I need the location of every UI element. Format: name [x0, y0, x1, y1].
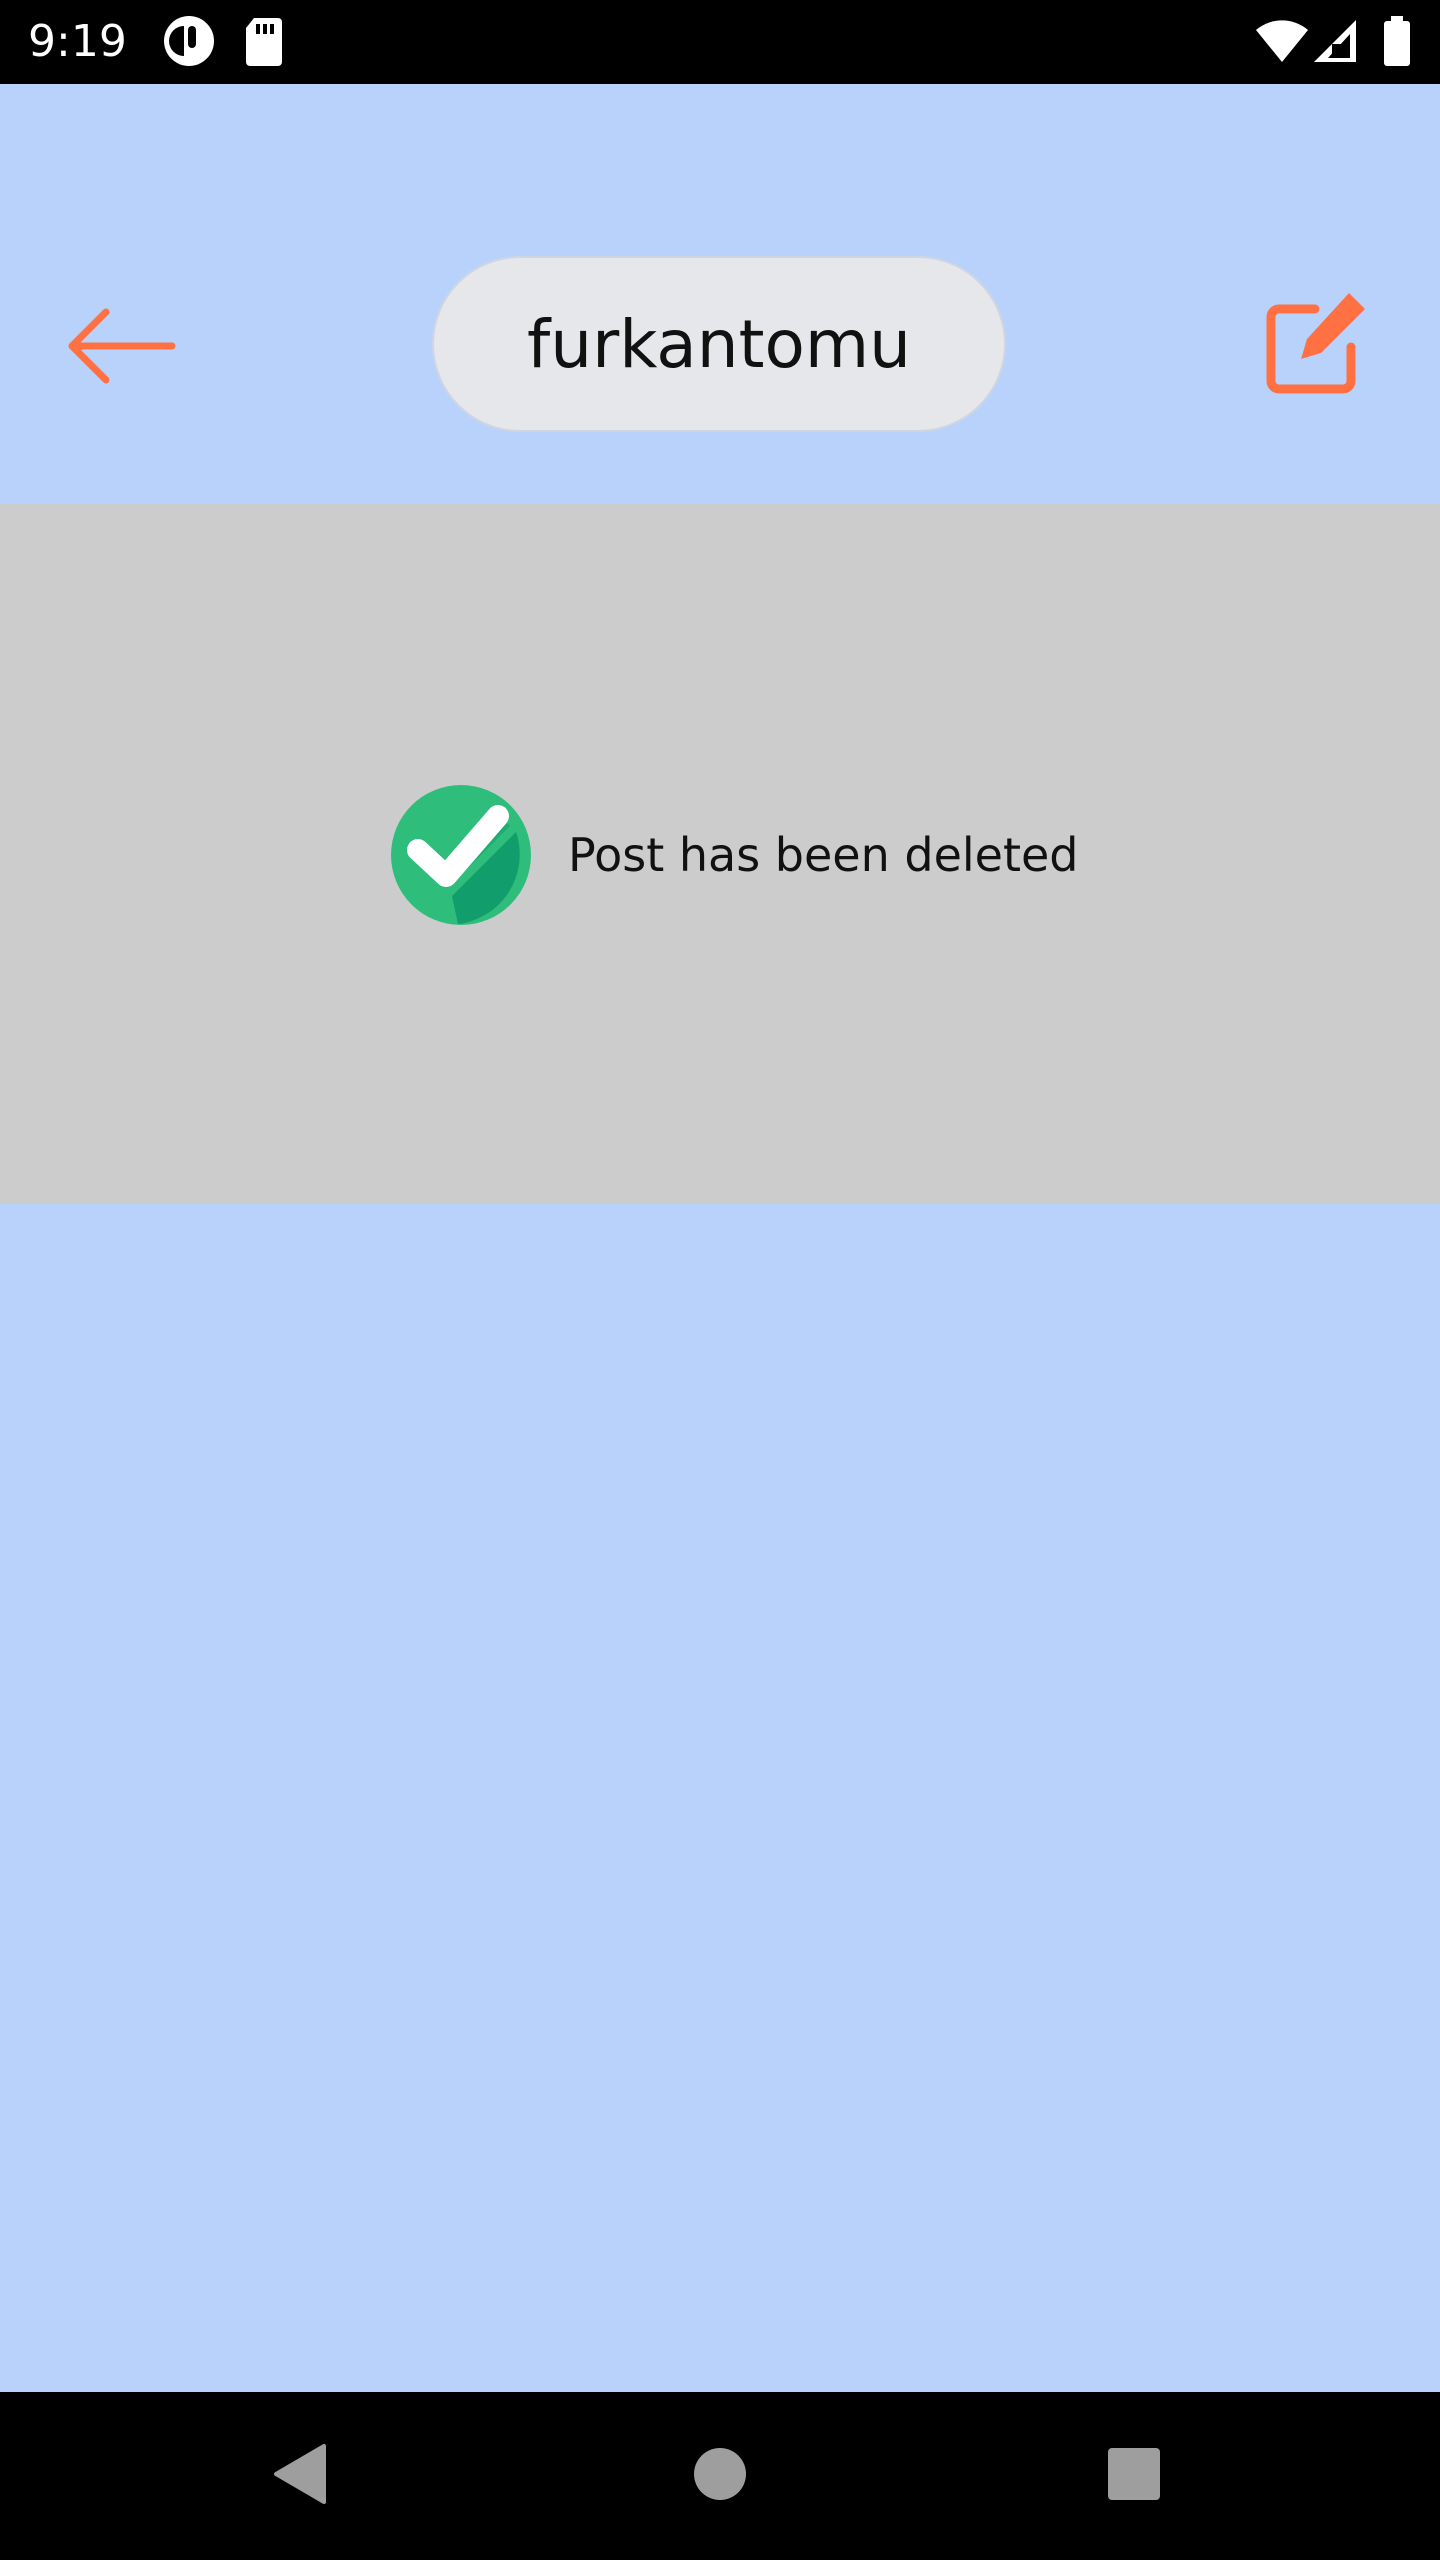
- back-triangle-icon: [270, 2442, 330, 2511]
- back-button[interactable]: [62, 290, 178, 406]
- app-header: furkantomu: [0, 84, 1440, 504]
- battery-icon: [1382, 14, 1412, 73]
- status-time: 9:19: [28, 16, 127, 67]
- page-title: furkantomu: [527, 305, 911, 383]
- recents-square-icon: [1106, 2446, 1162, 2507]
- sd-card-icon: [244, 14, 284, 73]
- username-pill: furkantomu: [432, 256, 1006, 432]
- notice-panel: Post has been deleted: [0, 504, 1440, 1204]
- edit-icon: [1255, 285, 1375, 410]
- wifi-icon: [1254, 18, 1310, 69]
- cellular-signal-icon: [1310, 18, 1358, 69]
- nav-recents-button[interactable]: [1084, 2426, 1184, 2526]
- nav-home-button[interactable]: [670, 2426, 770, 2526]
- check-circle-icon: [390, 784, 532, 926]
- system-navigation-bar: [0, 2392, 1440, 2560]
- edit-button[interactable]: [1250, 282, 1380, 412]
- home-circle-icon: [692, 2446, 748, 2507]
- nav-back-button[interactable]: [250, 2426, 350, 2526]
- app-notification-icon: [162, 14, 216, 73]
- deleted-notice: Post has been deleted: [390, 784, 1079, 926]
- status-bar: 9:19: [0, 0, 1440, 84]
- notice-message: Post has been deleted: [568, 828, 1079, 882]
- arrow-left-icon: [64, 306, 176, 391]
